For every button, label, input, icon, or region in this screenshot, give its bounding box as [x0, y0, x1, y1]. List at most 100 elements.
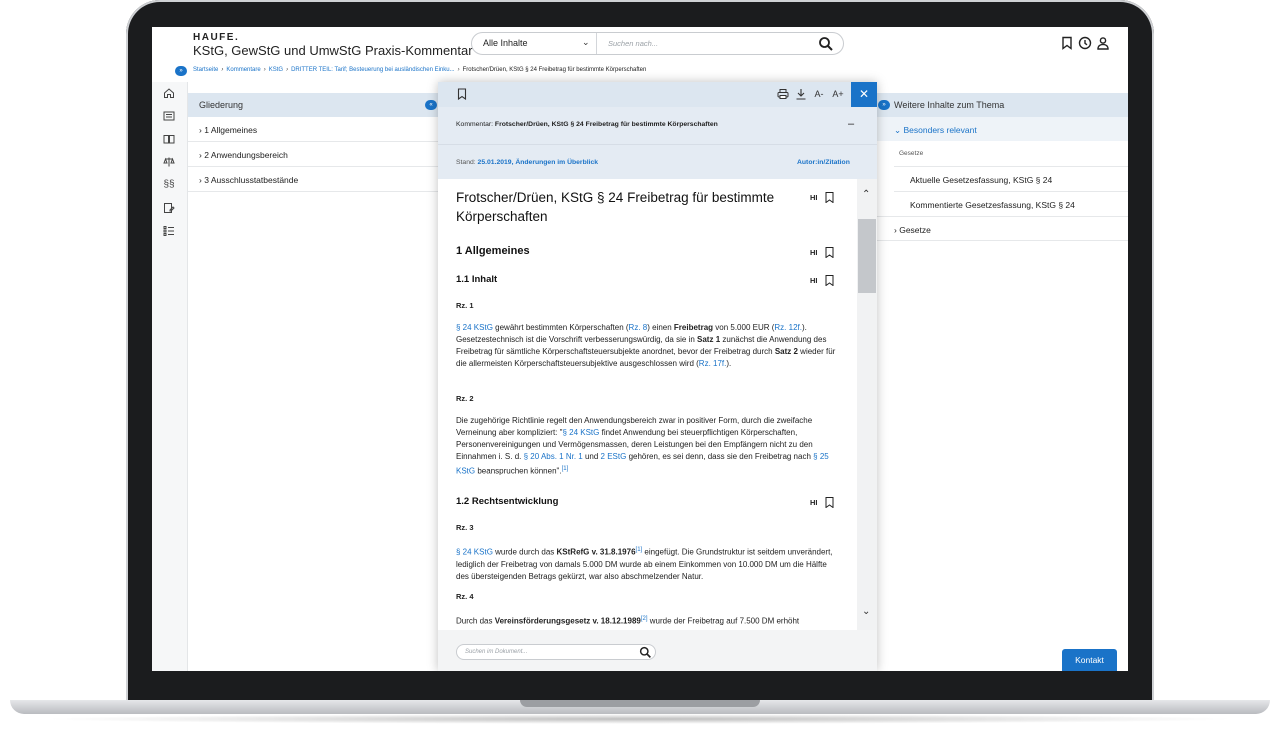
hi-badge[interactable]: HI [810, 498, 818, 507]
paragraph-rz1: § 24 KStG gewährt bestimmten Körperschaf… [456, 322, 841, 370]
book-icon[interactable] [163, 133, 175, 145]
chevron-down-icon[interactable]: ⌄ [582, 37, 590, 48]
chevron-down-icon[interactable]: ⌄ [862, 606, 870, 617]
search-input[interactable]: Suchen nach... [608, 39, 658, 48]
bookmark-icon[interactable] [825, 247, 834, 258]
law-link[interactable]: § 20 Abs. 1 Nr. 1 [524, 452, 583, 461]
stand-date[interactable]: 25.01.2019, [478, 159, 514, 166]
relevant-section-toggle[interactable]: ⌄ Besonders relevant [876, 117, 1128, 141]
text: ) einen [647, 323, 674, 332]
news-icon[interactable] [163, 110, 175, 122]
breadcrumb-separator: › [263, 67, 266, 73]
expand-sidebar-icon[interactable]: » [175, 66, 187, 76]
document-search: Suchen im Dokument... [456, 644, 656, 660]
author-citation-link[interactable]: Autor:in/Zitation [797, 159, 850, 166]
footnote-link[interactable]: [1] [562, 466, 569, 472]
breadcrumb-item-kstg[interactable]: KStG [269, 67, 283, 73]
clock-icon[interactable] [1078, 36, 1092, 50]
related-content-panel: Weitere Inhalte zum Thema » ⌄ Besonders … [876, 93, 1128, 671]
app-screen: HAUFE. KStG, GewStG und UmwStG Praxis-Ko… [152, 27, 1128, 671]
close-icon[interactable]: ✕ [851, 82, 877, 107]
text: wurde durch das [492, 547, 557, 557]
outline-title: Gliederung [188, 93, 438, 117]
breadcrumb-separator: › [457, 67, 460, 73]
checklist-icon[interactable] [163, 225, 175, 237]
user-icon[interactable] [1096, 36, 1110, 50]
related-title: Weitere Inhalte zum Thema [876, 93, 1128, 117]
laptop-notch [520, 700, 760, 707]
header: HAUFE. KStG, GewStG und UmwStG Praxis-Ko… [152, 27, 1128, 62]
home-icon[interactable] [163, 87, 175, 99]
breadcrumb-separator: › [221, 67, 224, 73]
changes-link[interactable]: Änderungen im Überblick [515, 159, 598, 166]
outline-item-allgemeines[interactable]: › 1 Allgemeines [188, 117, 438, 142]
collapse-outline-icon[interactable]: « [425, 100, 437, 110]
relevant-label: Besonders relevant [903, 125, 977, 135]
search-divider [596, 33, 597, 54]
related-link-kommentierte[interactable]: Kommentierte Gesetzesfassung, KStG § 24 [894, 191, 1128, 216]
text: ). [726, 359, 732, 368]
rz-link[interactable]: Rz. 12f. [774, 323, 802, 332]
comment-meta: Kommentar: Frotscher/Drüen, KStG § 24 Fr… [438, 107, 877, 145]
outline-item-ausschlusstatbestaende[interactable]: › 3 Ausschlusstatbestände [188, 167, 438, 192]
font-increase-icon[interactable]: A+ [831, 88, 845, 100]
paragraph-icon[interactable]: §§ [163, 179, 175, 191]
download-icon[interactable] [795, 88, 807, 100]
text: von 5.000 EUR ( [713, 323, 775, 332]
search-scope-select[interactable]: Alle Inhalte [483, 38, 528, 48]
brand-logo[interactable]: HAUFE. [193, 32, 239, 43]
hi-badge[interactable]: HI [810, 248, 818, 257]
rz-label: Rz. 1 [456, 301, 474, 310]
scrollbar-thumb[interactable] [858, 219, 876, 293]
search-icon[interactable] [818, 36, 834, 52]
rz-link[interactable]: Rz. 17f. [699, 359, 727, 368]
left-rail: §§ [152, 82, 188, 671]
outline-panel: Gliederung « › 1 Allgemeines › 2 Anwendu… [188, 93, 438, 671]
document-search-input[interactable]: Suchen im Dokument... [465, 649, 527, 655]
stand-label: Stand: [456, 159, 476, 166]
rz-link[interactable]: Rz. 8 [629, 323, 648, 332]
document-title: Frotscher/Drüen, KStG § 24 Freibetrag fü… [456, 190, 775, 224]
breadcrumb-item-startseite[interactable]: Startseite [193, 67, 218, 73]
law-link[interactable]: § 24 KStG [562, 428, 599, 437]
breadcrumb-item-dritter-teil[interactable]: DRITTER TEIL: Tarif; Besteuerung bei aus… [291, 67, 455, 73]
document-footer: Suchen im Dokument... [438, 630, 877, 671]
footnote-link[interactable]: [2] [641, 616, 648, 622]
gesetze-label: Gesetze [899, 225, 931, 235]
bold-text: Vereinsförderungsgesetz v. 18.12.1989 [494, 616, 641, 626]
section-heading-allgemeines: 1 Allgemeines [456, 245, 530, 257]
comment-label: Kommentar: [456, 121, 494, 128]
print-icon[interactable] [777, 88, 789, 100]
version-meta: Stand: 25.01.2019, Änderungen im Überbli… [438, 145, 877, 179]
outline-item-label: 2 Anwendungsbereich [204, 150, 288, 160]
kontakt-button[interactable]: Kontakt [1062, 649, 1117, 671]
bookmark-icon[interactable] [456, 88, 468, 100]
stand-info: Stand: 25.01.2019, Änderungen im Überbli… [456, 159, 598, 166]
gesetze-section-toggle[interactable]: › Gesetze [876, 216, 1128, 241]
bold-text: Freibetrag [673, 323, 714, 332]
collapse-meta-icon[interactable]: – [848, 118, 854, 130]
bookmark-icon[interactable] [825, 275, 834, 286]
scales-icon[interactable] [163, 156, 175, 168]
hi-badge[interactable]: HI [810, 276, 818, 285]
header-actions [1060, 36, 1110, 50]
bookmark-icon[interactable] [1060, 36, 1074, 50]
chevron-up-icon[interactable]: ⌃ [862, 189, 870, 200]
bookmark-icon[interactable] [825, 497, 834, 508]
related-link-aktuelle[interactable]: Aktuelle Gesetzesfassung, KStG § 24 [894, 166, 1128, 191]
search-icon[interactable] [639, 646, 652, 659]
outline-item-anwendungsbereich[interactable]: › 2 Anwendungsbereich [188, 142, 438, 167]
paragraph-rz4: Durch das Vereinsförderungsgesetz v. 18.… [456, 613, 841, 628]
law-link[interactable]: § 24 KStG [456, 548, 493, 557]
bookmark-icon[interactable] [825, 192, 834, 203]
law-link[interactable]: 2 EStG [601, 452, 627, 461]
bold-text: KStRefG v. 31.8.1976 [556, 547, 636, 557]
section-heading-rechtsentwicklung: 1.2 Rechtsentwicklung [456, 496, 559, 507]
expand-panel-icon[interactable]: » [878, 100, 890, 110]
font-decrease-icon[interactable]: A- [812, 88, 826, 100]
law-link[interactable]: § 24 KStG [456, 323, 493, 332]
breadcrumb-item-kommentare[interactable]: Kommentare [226, 67, 260, 73]
outline-item-label: 1 Allgemeines [204, 125, 258, 135]
forms-icon[interactable] [163, 202, 175, 214]
hi-badge[interactable]: HI [810, 193, 818, 202]
